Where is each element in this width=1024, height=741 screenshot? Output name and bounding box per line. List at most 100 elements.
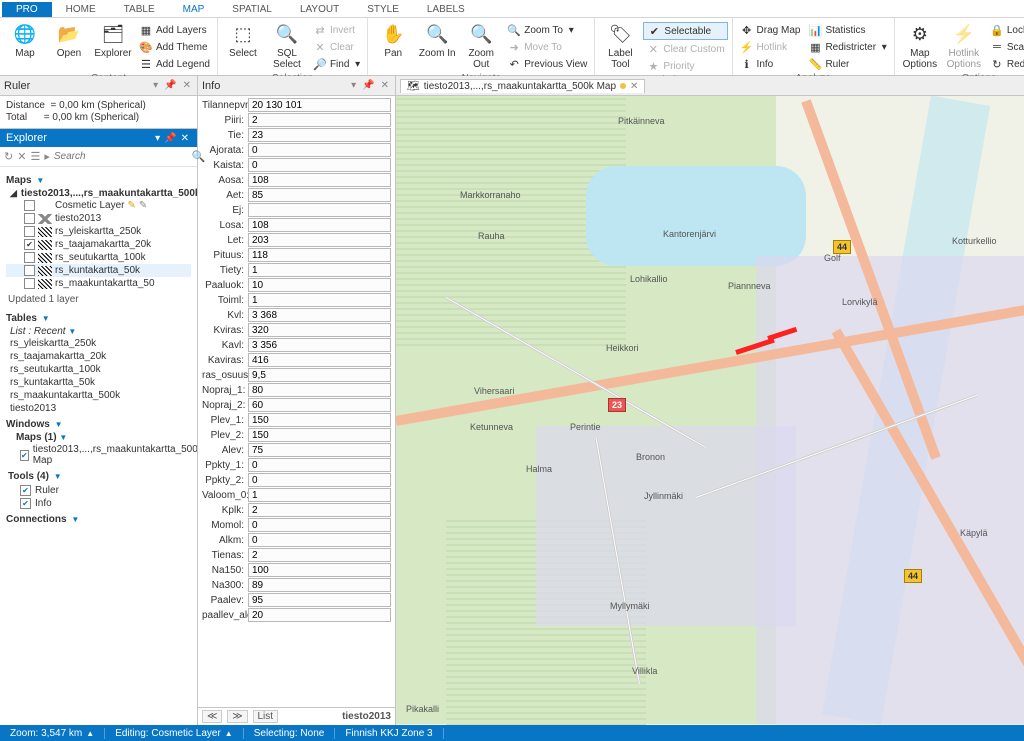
info-value-input[interactable] bbox=[248, 263, 391, 277]
info-value-input[interactable] bbox=[248, 128, 391, 142]
pan-button[interactable]: ✋Pan bbox=[372, 20, 414, 72]
window-item[interactable]: ✔tiesto2013,...,rs_maakuntakartta_500k M… bbox=[6, 443, 191, 467]
checkbox-icon[interactable]: ✔ bbox=[20, 450, 29, 461]
edit2-icon[interactable]: ✎ bbox=[139, 200, 147, 211]
checkbox-icon[interactable] bbox=[24, 200, 35, 211]
checkbox-icon[interactable] bbox=[24, 213, 35, 224]
list-recent[interactable]: List : Recent ▼ bbox=[6, 326, 191, 337]
menu-tab-layout[interactable]: LAYOUT bbox=[286, 2, 353, 17]
layer-row[interactable]: tiesto2013 bbox=[6, 212, 191, 225]
info-value-input[interactable] bbox=[248, 338, 391, 352]
priority-button[interactable]: ★Priority bbox=[643, 58, 727, 74]
info-value-input[interactable] bbox=[248, 173, 391, 187]
zoom-out-button[interactable]: 🔍Zoom Out bbox=[460, 20, 502, 72]
clear-custom-button[interactable]: ✕Clear Custom bbox=[643, 41, 727, 57]
info-value-input[interactable] bbox=[248, 518, 391, 532]
add-layers-button[interactable]: ▦Add Layers bbox=[136, 22, 213, 38]
info-value-input[interactable] bbox=[248, 158, 391, 172]
info-value-input[interactable] bbox=[248, 458, 391, 472]
expand-icon[interactable]: ▸ bbox=[44, 150, 50, 164]
menu-tab-pro[interactable]: PRO bbox=[2, 2, 52, 17]
clear-button[interactable]: ✕Clear bbox=[310, 39, 363, 55]
info-value-input[interactable] bbox=[248, 113, 391, 127]
next-button[interactable]: ≫ bbox=[227, 710, 247, 723]
checkbox-icon[interactable]: ✔ bbox=[20, 498, 31, 509]
info-value-input[interactable] bbox=[248, 563, 391, 577]
tools-section[interactable]: Tools (4) ▼ bbox=[6, 471, 191, 482]
statistics-button[interactable]: 📊Statistics bbox=[805, 22, 889, 38]
layer-row[interactable]: rs_maakuntakartta_50 bbox=[6, 277, 191, 290]
map-button[interactable]: 🌐Map bbox=[4, 20, 46, 72]
info-value-input[interactable] bbox=[248, 413, 391, 427]
list-button[interactable]: List bbox=[253, 710, 279, 723]
scalebar-button[interactable]: ═Scalebar bbox=[987, 39, 1024, 55]
layer-row[interactable]: ✔rs_taajamakartta_20k bbox=[6, 238, 191, 251]
info-value-input[interactable] bbox=[248, 578, 391, 592]
selectable-button[interactable]: ✔Selectable bbox=[643, 22, 727, 40]
info-value-input[interactable] bbox=[248, 368, 391, 382]
explorer-dropdown-icon[interactable]: ▾ bbox=[153, 133, 162, 144]
delete-icon[interactable]: ✕ bbox=[17, 150, 26, 164]
info-value-input[interactable] bbox=[248, 308, 391, 322]
info-value-input[interactable] bbox=[248, 293, 391, 307]
info-button[interactable]: ℹInfo bbox=[737, 56, 804, 72]
checkbox-icon[interactable] bbox=[24, 278, 35, 289]
menu-tab-spatial[interactable]: SPATIAL bbox=[218, 2, 286, 17]
zoom-to-button[interactable]: 🔍Zoom To ▾ bbox=[504, 22, 590, 38]
info-value-input[interactable] bbox=[248, 203, 391, 217]
table-item[interactable]: tiesto2013 bbox=[6, 402, 191, 415]
info-value-input[interactable] bbox=[248, 548, 391, 562]
ruler-dropdown-icon[interactable]: ▾ bbox=[151, 80, 160, 91]
info-value-input[interactable] bbox=[248, 98, 391, 112]
redraw-button[interactable]: ↻Redraw bbox=[987, 56, 1024, 72]
tables-section[interactable]: Tables ▼ bbox=[6, 313, 191, 324]
info-value-input[interactable] bbox=[248, 398, 391, 412]
props-icon[interactable]: ☰ bbox=[30, 150, 40, 164]
lock-scale-button[interactable]: 🔒Lock Scale bbox=[987, 22, 1024, 38]
label-tool-button[interactable]: 🏷Label Tool bbox=[599, 20, 641, 74]
close-tab-icon[interactable]: ✕ bbox=[630, 81, 638, 92]
checkbox-icon[interactable] bbox=[24, 252, 35, 263]
layer-row[interactable]: Cosmetic Layer ✎ ✎ bbox=[6, 199, 191, 212]
info-close-icon[interactable]: ✕ bbox=[379, 80, 391, 91]
info-value-input[interactable] bbox=[248, 353, 391, 367]
menu-tab-style[interactable]: STYLE bbox=[353, 2, 413, 17]
info-dropdown-icon[interactable]: ▾ bbox=[349, 80, 358, 91]
info-value-input[interactable] bbox=[248, 248, 391, 262]
status-selecting[interactable]: Selecting: None bbox=[244, 728, 336, 739]
checkbox-icon[interactable]: ✔ bbox=[24, 239, 35, 250]
add-theme-button[interactable]: 🎨Add Theme bbox=[136, 39, 213, 55]
redistrict-button[interactable]: ▦Redistricter ▾ bbox=[805, 39, 889, 55]
open-button[interactable]: 📂Open bbox=[48, 20, 90, 72]
info-value-input[interactable] bbox=[248, 503, 391, 517]
layer-row[interactable]: rs_seutukartta_100k bbox=[6, 251, 191, 264]
refresh-icon[interactable]: ↻ bbox=[4, 150, 13, 164]
info-value-input[interactable] bbox=[248, 428, 391, 442]
info-value-input[interactable] bbox=[248, 383, 391, 397]
status-zoom[interactable]: Zoom: 3,547 km▲ bbox=[0, 728, 105, 739]
info-pin-icon[interactable]: 📌 bbox=[360, 80, 376, 91]
map-canvas[interactable]: © Logica / MML 442344PitkäinnevaKantoren… bbox=[396, 96, 1024, 725]
info-value-input[interactable] bbox=[248, 278, 391, 292]
checkbox-icon[interactable] bbox=[24, 265, 35, 276]
info-value-input[interactable] bbox=[248, 188, 391, 202]
info-value-input[interactable] bbox=[248, 218, 391, 232]
map-root[interactable]: ◢tiesto2013,...,rs_maakuntakartta_500k🗺 bbox=[10, 188, 191, 199]
drag-map-button[interactable]: ✥Drag Map bbox=[737, 22, 804, 38]
find-button[interactable]: 🔎Find ▾ bbox=[310, 56, 363, 72]
info-value-input[interactable] bbox=[248, 533, 391, 547]
tree-toggle-icon[interactable]: ◢ bbox=[10, 188, 17, 199]
invert-button[interactable]: ⇄Invert bbox=[310, 22, 363, 38]
map-tab[interactable]: 🗺 tiesto2013,...,rs_maakuntakartta_500k … bbox=[400, 79, 645, 93]
info-value-input[interactable] bbox=[248, 593, 391, 607]
ruler-close-icon[interactable]: ✕ bbox=[181, 80, 193, 91]
info-value-input[interactable] bbox=[248, 143, 391, 157]
add-legend-button[interactable]: ☰Add Legend bbox=[136, 56, 213, 72]
table-item[interactable]: rs_seutukartta_100k bbox=[6, 363, 191, 376]
move-to-button[interactable]: ➜Move To bbox=[504, 39, 590, 55]
connections-section[interactable]: Connections ▼ bbox=[6, 514, 191, 525]
explorer-close-icon[interactable]: ✕ bbox=[179, 133, 191, 144]
info-value-input[interactable] bbox=[248, 608, 391, 622]
layer-row[interactable]: rs_yleiskartta_250k bbox=[6, 225, 191, 238]
explorer-button[interactable]: 🗂Explorer bbox=[92, 20, 134, 72]
